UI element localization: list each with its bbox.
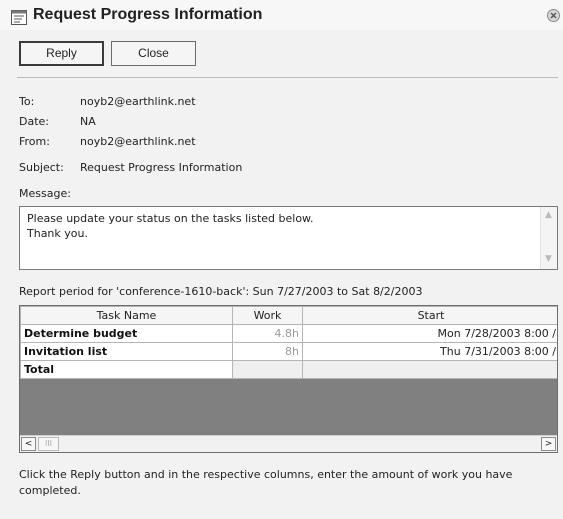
total-work-cell (232, 360, 303, 379)
work-cell[interactable]: 8h (232, 342, 303, 361)
start-cell[interactable]: Thu 7/31/2003 8:00 / (302, 342, 557, 361)
project-request-icon (11, 10, 27, 25)
close-button[interactable]: Close (111, 41, 196, 66)
start-cell[interactable]: Mon 7/28/2003 8:00 / (302, 324, 557, 343)
title-bar: Request Progress Information (0, 0, 563, 30)
scroll-right-icon[interactable]: > (541, 437, 556, 451)
grid-horizontal-scrollbar[interactable]: < III > (20, 435, 557, 452)
to-label: To: (19, 95, 35, 108)
scroll-up-icon[interactable]: ▲ (545, 210, 552, 220)
column-header-work[interactable]: Work (232, 306, 303, 325)
message-label: Message: (19, 187, 71, 200)
date-label: Date: (19, 115, 49, 128)
instructions-text: Click the Reply button and in the respec… (19, 468, 513, 497)
request-progress-window: Request Progress Information Reply Close… (0, 0, 563, 519)
subject-value: Request Progress Information (80, 161, 243, 174)
column-header-task-name[interactable]: Task Name (20, 306, 233, 325)
table-row[interactable]: Invitation list 8h Thu 7/31/2003 8:00 / (20, 342, 557, 361)
window-title: Request Progress Information (33, 6, 263, 23)
message-vertical-scrollbar[interactable]: ▲ ▼ (540, 207, 557, 269)
report-period: Report period for 'conference-1610-back'… (19, 285, 423, 298)
scroll-left-icon[interactable]: < (21, 437, 36, 451)
table-header-row: Task Name Work Start (20, 306, 557, 325)
subject-label: Subject: (19, 161, 64, 174)
column-header-start[interactable]: Start (302, 306, 557, 325)
task-grid[interactable]: Task Name Work Start Determine budget 4.… (19, 305, 558, 453)
table-row[interactable]: Determine budget 4.8h Mon 7/28/2003 8:00… (20, 324, 557, 343)
from-value: noyb2@earthlink.net (80, 135, 196, 148)
task-name-cell[interactable]: Determine budget (20, 324, 233, 343)
message-textarea[interactable]: Please update your status on the tasks l… (19, 206, 558, 270)
to-value: noyb2@earthlink.net (80, 95, 196, 108)
task-name-cell[interactable]: Invitation list (20, 342, 233, 361)
scrollbar-thumb[interactable]: III (38, 437, 59, 451)
divider (17, 77, 558, 78)
total-row: Total (20, 360, 557, 379)
message-body: Please update your status on the tasks l… (27, 212, 314, 240)
total-label-cell: Total (20, 360, 233, 379)
from-label: From: (19, 135, 50, 148)
work-cell[interactable]: 4.8h (232, 324, 303, 343)
reply-button[interactable]: Reply (19, 41, 104, 66)
total-start-cell (302, 360, 557, 379)
date-value: NA (80, 115, 96, 128)
close-icon[interactable] (547, 9, 560, 22)
task-table: Task Name Work Start Determine budget 4.… (20, 306, 557, 379)
scroll-down-icon[interactable]: ▼ (545, 254, 552, 264)
